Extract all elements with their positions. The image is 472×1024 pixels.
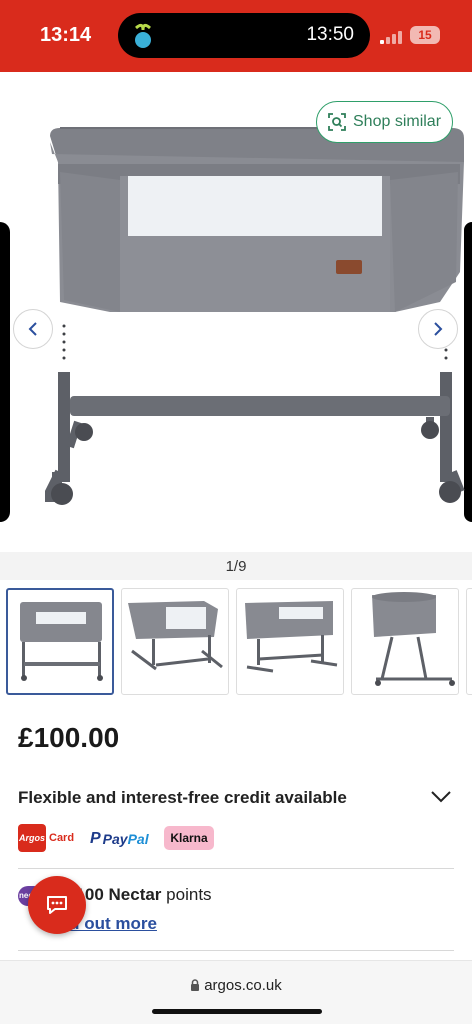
chevron-left-icon	[28, 322, 37, 336]
chevron-right-icon	[434, 322, 443, 336]
thumbnail-3[interactable]	[236, 588, 344, 695]
visual-search-icon	[328, 113, 346, 131]
status-bar: 13:14 13:50 15	[0, 0, 472, 72]
shop-similar-button[interactable]: Shop similar	[316, 101, 453, 143]
thumbnail-1[interactable]	[6, 588, 114, 695]
chat-button[interactable]	[28, 876, 86, 934]
product-image-gallery[interactable]: Shop similar	[0, 72, 472, 552]
chat-bubble-icon	[47, 896, 67, 914]
payment-logos: Argos Card P Pay Pal Klarna	[18, 824, 318, 854]
argos-card-label: Card	[49, 832, 75, 844]
chevron-down-icon[interactable]	[430, 790, 452, 804]
browser-address-bar[interactable]: argos.co.uk	[0, 960, 472, 1024]
nectar-points: 100 Nectar	[75, 885, 162, 904]
url-display[interactable]: argos.co.uk	[0, 977, 472, 994]
crib-thumbnail-image	[245, 601, 338, 673]
signal-icon	[380, 30, 406, 44]
previous-image-button[interactable]	[13, 309, 53, 349]
crib-thumbnail-image	[20, 602, 103, 681]
thumbnail-5-partial[interactable]	[466, 588, 472, 695]
paypal-pay: Pay	[102, 831, 128, 847]
status-time: 13:14	[40, 24, 92, 46]
klarna-logo: Klarna	[164, 826, 214, 850]
product-price: £100.00	[18, 722, 120, 753]
app-icon	[135, 23, 151, 48]
argos-card-logo: Argos Card	[18, 824, 74, 852]
image-counter: 1/9	[225, 558, 247, 575]
divider	[18, 950, 454, 951]
divider	[18, 868, 454, 869]
url-text: argos.co.uk	[204, 977, 282, 994]
paypal-logo: P Pay Pal	[90, 830, 149, 848]
thumbnail-2[interactable]	[121, 588, 229, 695]
thumbnail-strip	[6, 588, 472, 696]
argos-card-chip: Argos	[18, 824, 46, 852]
paypal-pal: Pal	[127, 831, 149, 847]
shop-similar-label: Shop similar	[353, 113, 442, 130]
nectar-suffix: points	[166, 885, 212, 904]
bedside-crib-image	[45, 127, 465, 505]
island-time: 13:50	[306, 24, 354, 45]
lock-icon	[191, 979, 200, 991]
gallery-pager: 1/9	[0, 552, 472, 580]
dynamic-island: 13:50	[118, 13, 370, 58]
crib-thumbnail-image	[128, 601, 223, 671]
credit-heading: Flexible and interest-free credit availa…	[18, 788, 347, 807]
next-image-button[interactable]	[418, 309, 458, 349]
credit-options-row[interactable]: Flexible and interest-free credit availa…	[18, 788, 454, 812]
paypal-icon: P	[90, 830, 101, 847]
home-indicator[interactable]	[152, 1009, 322, 1014]
thumbnail-4[interactable]	[351, 588, 459, 695]
crib-thumbnail-image	[372, 592, 455, 686]
battery-badge: 15	[410, 26, 440, 44]
